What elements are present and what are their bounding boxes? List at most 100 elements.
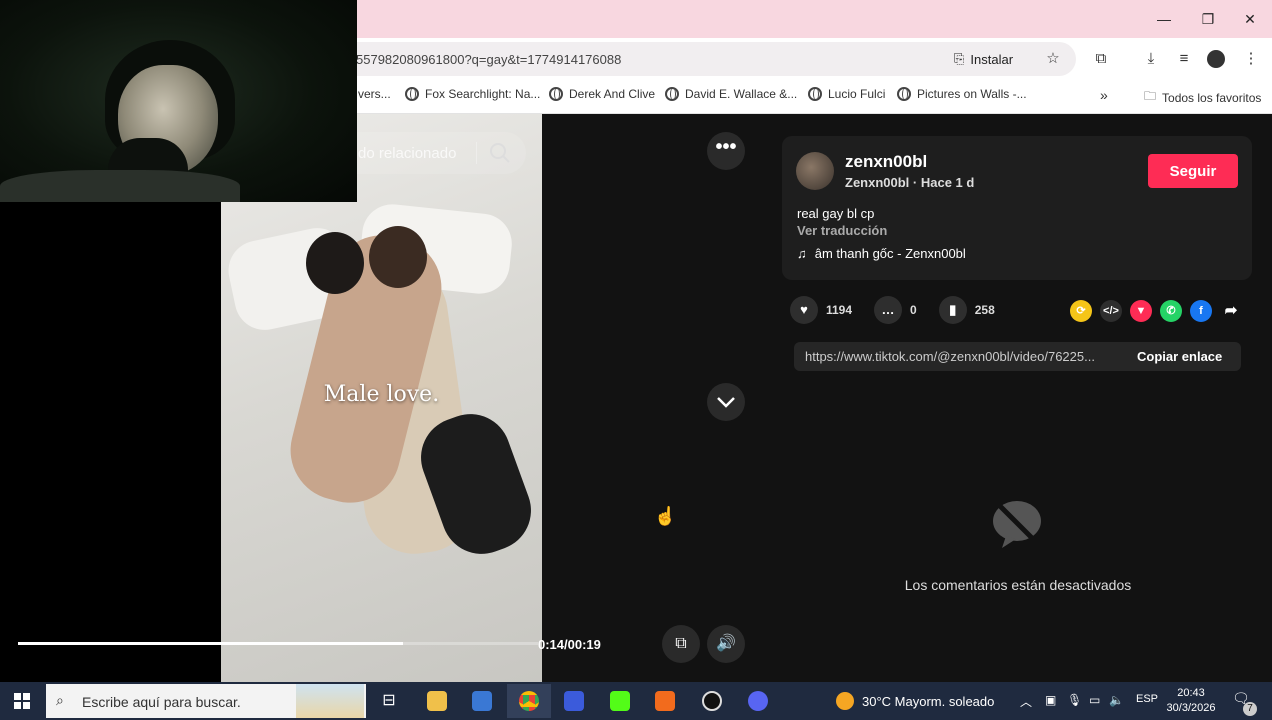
bookmark-label: Fox Searchlight: Na... (425, 87, 541, 101)
bookmark-label: Pictures on Walls -... (917, 87, 1027, 101)
music-link[interactable]: ♫ âm thanh gốc - Zenxn00bl (797, 246, 966, 261)
comment-icon[interactable]: … (874, 296, 903, 324)
windows-start-icon[interactable] (14, 693, 30, 709)
video-time: 0:14/00:19 (538, 637, 601, 652)
weather-widget[interactable]: 30°C Mayorm. soleado (836, 692, 994, 710)
media-icon[interactable]: ≡ (1173, 48, 1195, 70)
chevron-down-icon (717, 397, 735, 408)
bookmark-item[interactable]: Derek And Clive (549, 87, 655, 101)
store-icon[interactable] (472, 691, 492, 711)
comments-disabled-icon (993, 501, 1041, 548)
person-head (306, 232, 364, 294)
send-icon[interactable]: ▼ (1130, 300, 1152, 322)
taskbar-search[interactable]: ⌕ Escribe aquí para buscar. (46, 684, 366, 718)
more-options-icon[interactable]: ••• (707, 132, 745, 170)
share-link-box: https://www.tiktok.com/@zenxn00bl/video/… (794, 342, 1241, 371)
user-meta: Zenxn00bl · Hace 1 d (845, 175, 975, 190)
url-text[interactable]: 557982080961800?q=gay&t=1774914176088 (356, 52, 621, 67)
pip-icon[interactable]: ⧉ (662, 625, 700, 663)
share-link-text[interactable]: https://www.tiktok.com/@zenxn00bl/video/… (805, 349, 1117, 364)
all-bookmarks-label: Todos los favoritos (1162, 90, 1262, 105)
share-buttons: ⟳ </> ▼ ✆ f ➦ (1070, 300, 1242, 322)
heart-icon[interactable]: ♥ (790, 296, 818, 324)
all-bookmarks[interactable]: 🗀 Todos los favoritos (1144, 87, 1261, 108)
music-note-icon: ♫ (797, 246, 807, 261)
network-icon[interactable]: ▭ (1089, 693, 1100, 707)
chrome-taskbar-button[interactable] (507, 684, 551, 718)
tray-app-icon[interactable]: ▣ (1045, 693, 1056, 707)
address-bar[interactable]: 557982080961800?q=gay&t=1774914176088 ⎘ … (340, 42, 1076, 76)
obs-icon[interactable] (702, 691, 722, 711)
clock[interactable]: 20:43 30/3/2026 (1166, 686, 1216, 716)
file-explorer-icon[interactable] (427, 691, 447, 711)
extensions-icon[interactable]: ⧉ (1090, 48, 1112, 70)
translate-link[interactable]: Ver traducción (797, 223, 887, 238)
discord-icon[interactable] (748, 691, 768, 711)
bookmark-item[interactable]: Fox Searchlight: Na... (405, 87, 540, 101)
bookmark-label: Derek And Clive (569, 87, 656, 101)
comment-stat[interactable]: … 0 (874, 296, 917, 324)
bookmark-item[interactable]: vers... (358, 87, 391, 101)
speaker-icon[interactable]: 🔈 (1109, 693, 1124, 707)
like-count: 1194 (826, 303, 853, 317)
task-view-icon[interactable]: ⊟ (379, 691, 399, 711)
embed-icon[interactable]: </> (1100, 300, 1122, 322)
profile-icon[interactable] (1207, 50, 1225, 68)
username[interactable]: zenxn00bl (845, 152, 927, 172)
bookmark-icon[interactable]: ▮ (938, 296, 967, 324)
star-icon[interactable]: ☆ (1042, 48, 1064, 70)
sun-icon (836, 692, 854, 710)
music-label: âm thanh gốc - Zenxn00bl (814, 246, 966, 261)
install-label: Instalar (970, 51, 1014, 67)
facebook-icon[interactable]: f (1190, 300, 1212, 322)
save-stat[interactable]: ▮ 258 (938, 296, 995, 324)
notification-count: 7 (1243, 702, 1257, 716)
fl-studio-icon[interactable] (655, 691, 675, 711)
taskbar: ⌕ Escribe aquí para buscar. ⊟ 30°C Mayor… (0, 682, 1272, 720)
post-panel: zenxn00bl Zenxn00bl · Hace 1 d Seguir re… (768, 114, 1272, 682)
clock-time: 20:43 (1177, 687, 1205, 699)
repost-icon[interactable]: ⟳ (1070, 300, 1092, 322)
bookmark-item[interactable]: David E. Wallace &... (665, 87, 797, 101)
next-video-button[interactable] (707, 383, 745, 421)
save-count: 258 (974, 303, 995, 317)
folder-icon: 🗀 (1144, 89, 1157, 103)
search-highlight-image (296, 684, 364, 718)
bookmark-item[interactable]: Lucio Fulci (808, 87, 885, 101)
bookmark-item[interactable]: Pictures on Walls -... (897, 87, 1027, 101)
close-icon[interactable]: ✕ (1238, 8, 1262, 30)
whatsapp-icon[interactable]: ✆ (1160, 300, 1182, 322)
taskbar-search-placeholder: Escribe aquí para buscar. (82, 694, 241, 710)
minimize-icon[interactable]: — (1152, 8, 1176, 30)
search-icon[interactable] (488, 141, 512, 165)
more-bookmarks-icon[interactable]: » (1100, 87, 1108, 103)
like-stat[interactable]: ♥ 1194 (790, 296, 852, 324)
microphone-icon[interactable]: 🎙 (1067, 693, 1082, 707)
bookmark-label: Lucio Fulci (828, 87, 886, 101)
restore-icon[interactable]: ❐ (1196, 8, 1220, 30)
post-description: real gay bl cp (797, 206, 875, 221)
language-indicator[interactable]: ESP (1136, 693, 1158, 705)
chevron-up-icon[interactable]: ︿ (1020, 693, 1032, 710)
video-progress-bar[interactable] (18, 642, 538, 645)
app-icon[interactable] (564, 691, 584, 711)
video-caption: Male love. (323, 382, 440, 407)
copy-link-button[interactable]: Copiar enlace (1137, 349, 1222, 364)
person-head (369, 226, 427, 288)
globe-icon (897, 87, 911, 101)
menu-icon[interactable]: ⋮ (1240, 48, 1262, 70)
follow-button[interactable]: Seguir (1148, 154, 1238, 188)
volume-icon[interactable]: 🔊 (707, 625, 745, 663)
clock-date: 30/3/2026 (1166, 702, 1216, 714)
share-arrow-icon[interactable]: ➦ (1220, 300, 1242, 322)
install-button[interactable]: ⎘ Instalar (954, 48, 1013, 70)
avatar[interactable] (796, 152, 834, 190)
screen: — ❐ ✕ 557982080961800?q=gay&t=1774914176… (0, 0, 1272, 720)
mouse-cursor-icon: ☝ (654, 506, 677, 526)
search-divider (476, 142, 477, 164)
weather-text: 30°C Mayorm. soleado (862, 693, 995, 709)
download-icon[interactable]: ⤓ (1140, 48, 1162, 70)
globe-icon (549, 87, 563, 101)
comment-count: 0 (910, 303, 917, 317)
kick-icon[interactable] (610, 691, 630, 711)
